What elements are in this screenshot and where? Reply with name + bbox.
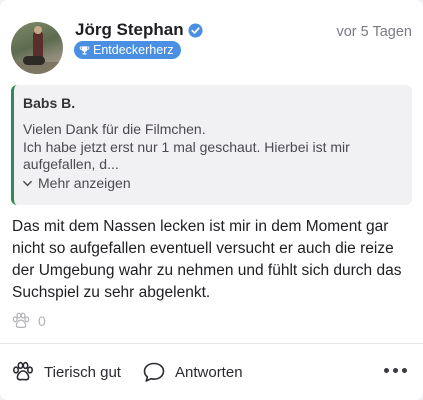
- reaction-summary[interactable]: 0: [11, 311, 46, 331]
- speech-bubble-icon: [143, 362, 165, 382]
- reply-button[interactable]: Antworten: [142, 360, 243, 384]
- more-dots-icon[interactable]: [384, 368, 407, 373]
- verified-check-icon: [188, 22, 203, 38]
- paw-icon: [12, 312, 30, 329]
- badge-label: Entdeckerherz: [93, 43, 174, 57]
- author-row: Jörg Stephan: [75, 20, 203, 40]
- quote-author: Babs B.: [23, 95, 76, 111]
- show-more-button[interactable]: Mehr anzeigen: [22, 175, 131, 191]
- comment-text: Das mit dem Nassen lecken ist mir in dem…: [12, 218, 402, 301]
- avatar[interactable]: [11, 22, 63, 74]
- show-more-label: Mehr anzeigen: [38, 175, 131, 191]
- author-name[interactable]: Jörg Stephan: [75, 20, 184, 40]
- timestamp: vor 5 Tagen: [336, 24, 412, 40]
- quoted-comment: Babs B. Vielen Dank für die Filmchen. Ic…: [11, 85, 412, 205]
- like-label: Tierisch gut: [44, 363, 121, 381]
- quote-text: Vielen Dank für die Filmchen. Ich habe j…: [23, 121, 350, 172]
- action-bar: Tierisch gut Antworten: [0, 344, 423, 400]
- like-button[interactable]: Tierisch gut: [11, 360, 121, 384]
- user-badge: Entdeckerherz: [74, 41, 181, 59]
- trophy-icon: [79, 45, 90, 55]
- reaction-count: 0: [38, 313, 46, 329]
- comment-card: Jörg Stephan Entdeckerherz vor 5 Tagen B…: [0, 0, 423, 400]
- paw-icon: [12, 361, 33, 381]
- chevron-down-icon: [23, 180, 32, 186]
- reply-label: Antworten: [175, 363, 243, 381]
